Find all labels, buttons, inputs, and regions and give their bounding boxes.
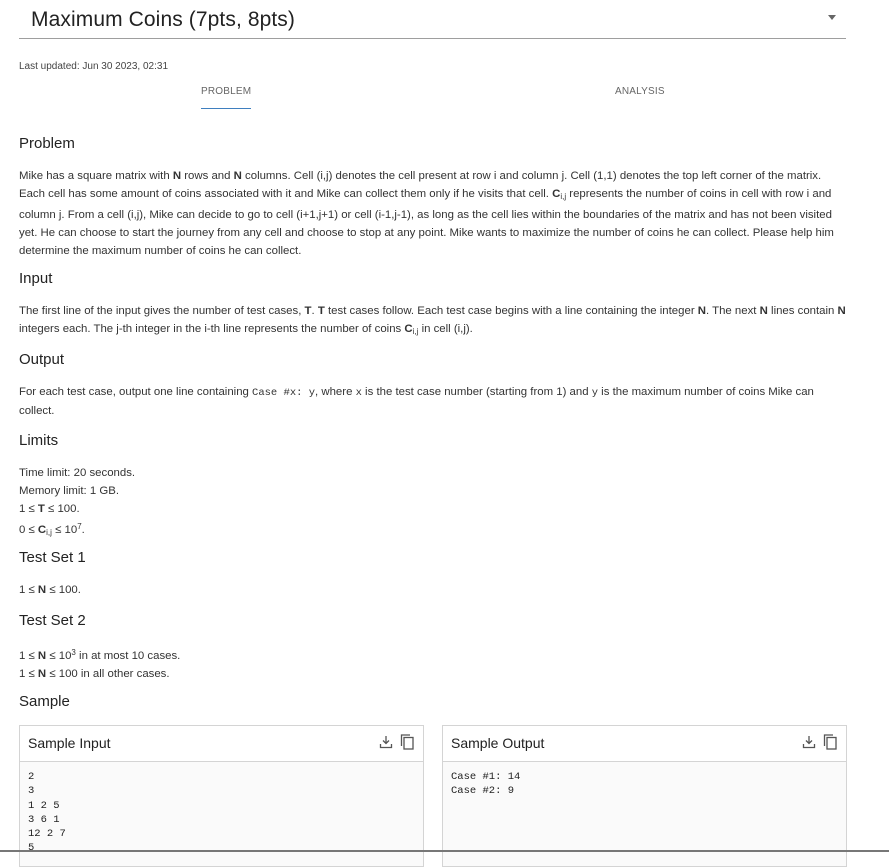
sample-input-text[interactable]: 2 3 1 2 5 3 6 1 12 2 7 5 (28, 770, 66, 856)
problem-selector[interactable]: Maximum Coins (7pts, 8pts) (19, 0, 846, 39)
problem-statement: Mike has a square matrix with N rows and… (19, 170, 834, 257)
limits-list: Time limit: 20 seconds. Memory limit: 1 … (19, 464, 847, 542)
divider (0, 850, 889, 852)
test-set-2-limits: 1 ≤ N ≤ 103 in at most 10 cases. 1 ≤ N ≤… (19, 644, 847, 683)
sample-output-title: Sample Output (451, 735, 545, 751)
test-set-1-limits: 1 ≤ N ≤ 100. (19, 584, 81, 596)
last-updated-label: Last updated: Jun 30 2023, 02:31 (19, 61, 169, 72)
test-set-2-limit-small: 1 ≤ N ≤ 100 in all other cases. (19, 668, 170, 680)
sample-input-header: Sample Input (20, 726, 423, 762)
test-set-1-heading: Test Set 1 (19, 549, 86, 566)
limit-c: 0 ≤ Ci,j ≤ 107. (19, 522, 85, 537)
time-limit: Time limit: 20 seconds. (19, 467, 136, 479)
sample-output-text[interactable]: Case #1: 14 Case #2: 9 (451, 770, 520, 799)
sample-output-panel: Sample Output Case #1: 14 Case #2: 9 (442, 725, 847, 867)
test-set-2-limit-large: 1 ≤ N ≤ 103 in at most 10 cases. (19, 648, 181, 662)
active-tab-indicator (201, 108, 251, 109)
sample-output-header: Sample Output (443, 726, 846, 762)
sample-input-title: Sample Input (28, 735, 111, 751)
download-icon[interactable] (802, 735, 816, 749)
download-icon[interactable] (379, 735, 393, 749)
limits-heading: Limits (19, 432, 59, 449)
tab-problem[interactable]: PROBLEM (201, 86, 251, 97)
sample-heading: Sample (19, 693, 70, 710)
copy-icon[interactable] (823, 734, 837, 750)
test-set-2-heading: Test Set 2 (19, 612, 86, 629)
memory-limit: Memory limit: 1 GB. (19, 485, 119, 497)
limit-t: 1 ≤ T ≤ 100. (19, 503, 80, 515)
chevron-down-icon[interactable] (828, 15, 836, 20)
page-title: Maximum Coins (7pts, 8pts) (31, 8, 296, 31)
output-description: For each test case, output one line cont… (19, 386, 814, 417)
tab-analysis[interactable]: ANALYSIS (615, 86, 665, 97)
input-description: The first line of the input gives the nu… (19, 305, 846, 336)
input-heading: Input (19, 270, 53, 287)
problem-heading: Problem (19, 135, 75, 152)
output-heading: Output (19, 351, 65, 368)
sample-input-panel: Sample Input 2 3 1 2 5 3 6 1 12 2 7 5 (19, 725, 424, 867)
copy-icon[interactable] (400, 734, 414, 750)
